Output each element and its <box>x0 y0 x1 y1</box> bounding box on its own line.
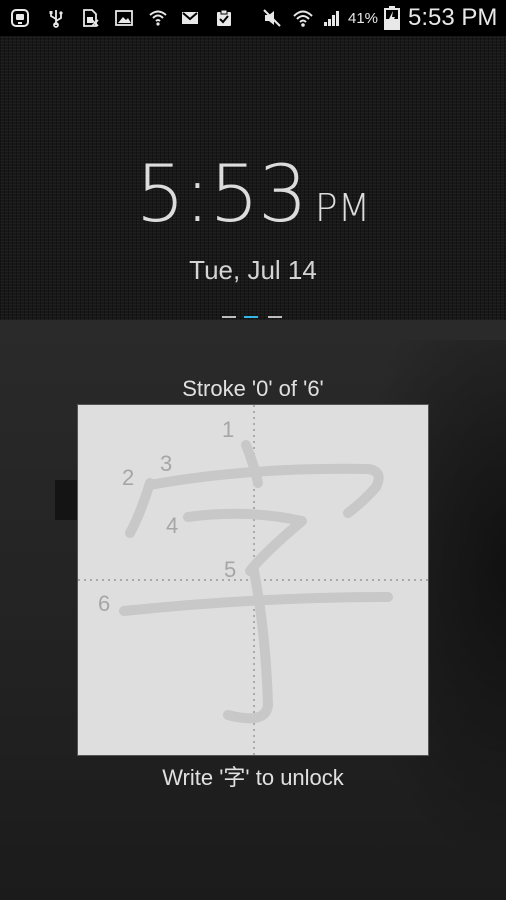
signal-icon <box>324 11 339 26</box>
shield-wifi-icon <box>149 10 167 26</box>
unlock-instruction: Write '字' to unlock <box>162 765 344 790</box>
wifi-icon <box>293 10 313 27</box>
page-indicator-2-active[interactable] <box>244 316 258 318</box>
stroke-number-3: 3 <box>160 451 173 476</box>
clock-time: 5:53 <box>135 150 308 240</box>
wallpaper-dark-patch <box>55 480 77 520</box>
clipboard-check-icon <box>217 9 231 26</box>
stroke-number-6: 6 <box>98 591 111 616</box>
stroke-number-1: 1 <box>222 417 235 442</box>
stroke-number-2: 2 <box>122 465 135 490</box>
clock-widget: 5:53 PM <box>0 150 506 240</box>
image-icon <box>115 10 133 26</box>
stroke-5 <box>223 566 273 724</box>
stroke-number-5: 5 <box>224 557 237 582</box>
status-time: 5:53 PM <box>408 4 498 31</box>
mute-icon <box>263 9 281 27</box>
clock-ampm: PM <box>314 186 371 230</box>
status-bar: 41% 5:53 PM <box>0 0 506 36</box>
battery-percent: 41% <box>348 10 379 27</box>
stroke-3 <box>145 463 384 518</box>
page-indicator-3[interactable] <box>268 316 282 318</box>
page-indicator-1[interactable] <box>222 316 236 318</box>
stroke-4 <box>183 508 307 576</box>
talk-icon <box>11 9 29 27</box>
sim-icon <box>83 9 99 27</box>
stroke-status: Stroke '0' of '6' <box>182 376 324 401</box>
usb-icon <box>49 10 63 28</box>
gmail-icon <box>182 12 198 24</box>
battery-charging-icon <box>384 6 400 30</box>
handwriting-canvas[interactable]: 1 2 3 4 5 6 <box>77 404 430 757</box>
stroke-number-4: 4 <box>166 513 179 538</box>
clock-date: Tue, Jul 14 <box>189 255 317 285</box>
character-guide <box>78 405 430 757</box>
